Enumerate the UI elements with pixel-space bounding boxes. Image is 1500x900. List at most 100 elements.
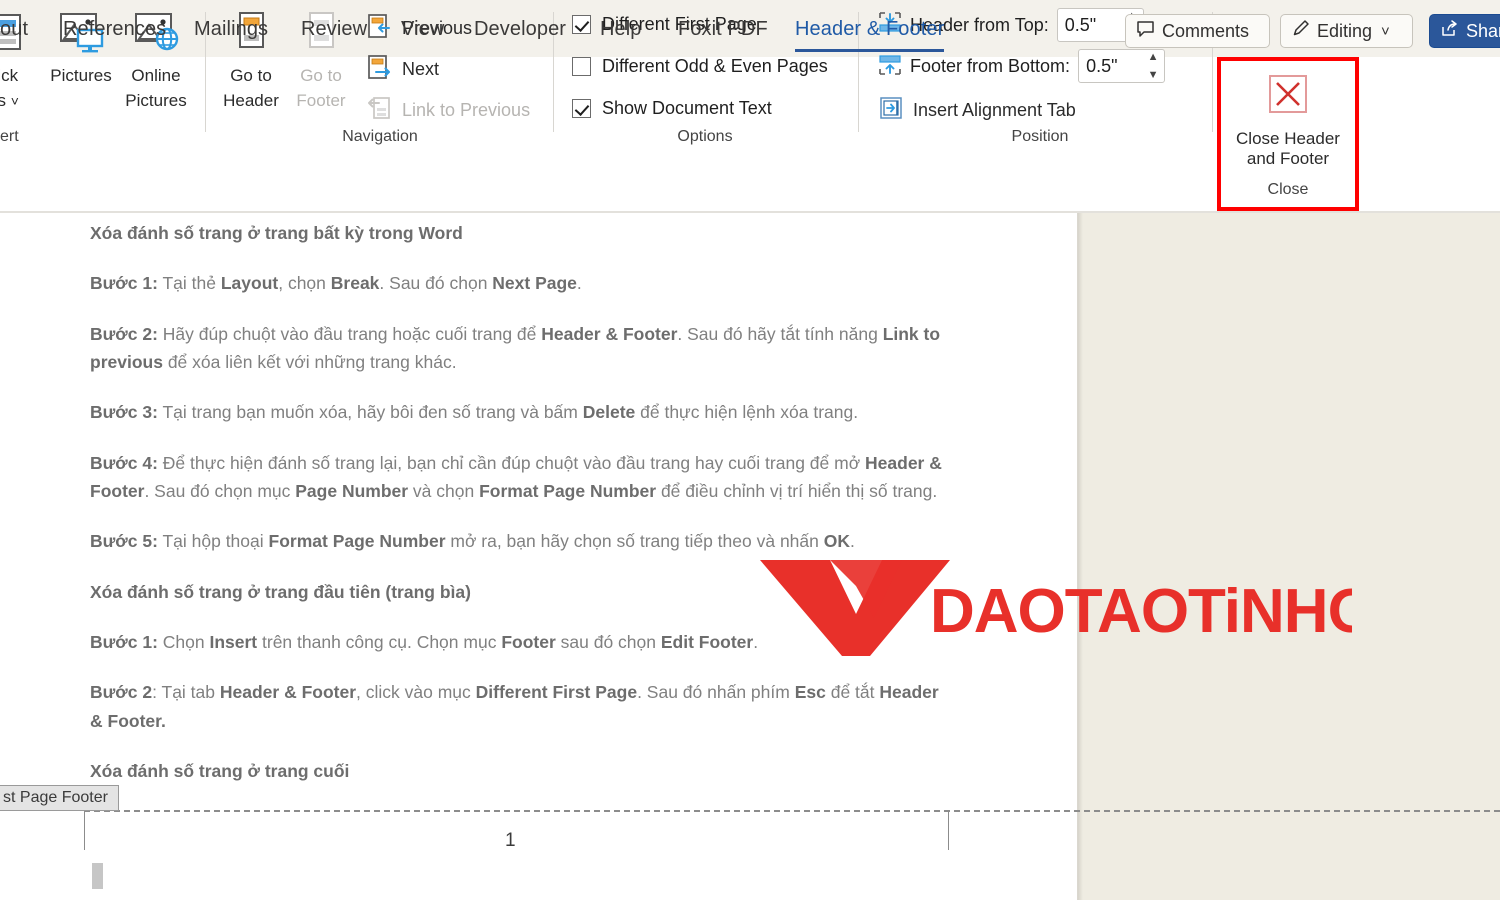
different-odd-even-option[interactable]: Different Odd & Even Pages (572, 56, 828, 77)
text-run: Để thực hiện đánh số trang lại, bạn chỉ … (158, 453, 865, 473)
go-to-header-icon (228, 41, 274, 60)
page-edge-shadow (1078, 213, 1083, 900)
footer-boundary-dashed-line (84, 810, 1500, 812)
editing-label: Editing (1317, 21, 1372, 42)
different-first-page-checkbox[interactable] (572, 15, 591, 34)
text-run: Bước 4: (90, 453, 158, 473)
text-run: Bước 2: (90, 324, 158, 344)
group-label-insert: ert (0, 128, 40, 146)
close-header-footer-label-line1: Close Header (1236, 129, 1340, 148)
text-run: Bước 2 (90, 682, 152, 702)
spinner-down-icon[interactable]: ▼ (1148, 70, 1159, 81)
text-run: Page Number (295, 481, 408, 501)
footer-from-bottom-spinner[interactable]: 0.5" ▲ ▼ (1078, 49, 1165, 83)
chevron-down-icon[interactable]: ˅ (11, 93, 19, 109)
text-run: để điều chỉnh vị trí hiển thị số trang. (656, 481, 937, 501)
text-run: Delete (583, 402, 636, 422)
next-icon (367, 54, 393, 85)
insert-alignment-tab-label: Insert Alignment Tab (913, 100, 1076, 121)
comments-button[interactable]: Comments (1125, 14, 1270, 48)
text-run: Break (331, 273, 380, 293)
ribbon-tab-view[interactable]: View (401, 18, 444, 41)
first-page-footer-tag: st Page Footer (0, 785, 119, 811)
ribbon-tab-header-footer[interactable]: Header & Footer (795, 18, 944, 41)
ribbon-tab-out[interactable]: out (0, 18, 28, 41)
group-label-close: Close (1268, 181, 1309, 199)
different-odd-even-checkbox[interactable] (572, 57, 591, 76)
text-run: Tại thẻ (158, 273, 221, 293)
text-run: Edit Footer (661, 632, 753, 652)
header-from-top-value[interactable]: 0.5" (1065, 15, 1121, 36)
text-run: . (850, 531, 855, 551)
show-document-text-option[interactable]: Show Document Text (572, 98, 772, 119)
footer-from-bottom-icon (878, 52, 902, 81)
ribbon-tab-review[interactable]: Review (301, 18, 367, 41)
link-to-previous-icon (367, 95, 393, 126)
go-to-footer-label-line1: Go to (278, 66, 364, 85)
text-run: : Tại tab (152, 682, 220, 702)
editing-mode-button[interactable]: Editing ˅ (1280, 14, 1413, 48)
quick-parts-label-line2: rts (0, 91, 6, 110)
previous-icon (367, 13, 393, 44)
text-run: Xóa đánh số trang ở trang bất kỳ trong W… (90, 223, 463, 243)
document-page[interactable]: Xóa đánh số trang ở trang bất kỳ trong W… (0, 213, 1078, 900)
text-run: . Sau đó chọn mục (144, 481, 295, 501)
text-run: để thực hiện lệnh xóa trang. (635, 402, 858, 422)
footer-from-bottom-value[interactable]: 0.5" (1086, 56, 1142, 77)
document-paragraph: Bước 4: Để thực hiện đánh số trang lại, … (90, 449, 955, 506)
text-run: . (753, 632, 758, 652)
show-document-text-label: Show Document Text (602, 98, 772, 119)
ribbon-tab-developer[interactable]: Developer (474, 18, 566, 41)
text-run: . (577, 273, 582, 293)
group-label-options: Options (660, 128, 750, 146)
quick-parts-icon (0, 41, 27, 60)
insert-alignment-tab-button[interactable]: Insert Alignment Tab (878, 95, 1076, 126)
group-label-position: Position (995, 128, 1085, 146)
text-run: , chọn (278, 273, 331, 293)
document-area: Xóa đánh số trang ở trang bất kỳ trong W… (0, 213, 1500, 900)
text-run: Tại trang bạn muốn xóa, hãy bôi đen số t… (158, 402, 583, 422)
ribbon-tab-help[interactable]: Help (600, 18, 642, 41)
footer-from-bottom-spinner-arrows[interactable]: ▲ ▼ (1142, 50, 1164, 82)
text-run: Chọn (158, 632, 210, 652)
page-number-field[interactable]: 1 (505, 830, 516, 852)
spinner-up-icon[interactable]: ▲ (1148, 52, 1159, 63)
ribbon-tab-mailings[interactable]: Mailings (194, 18, 268, 41)
document-heading: Xóa đánh số trang ở trang cuối (90, 757, 955, 785)
text-run: Bước 5: (90, 531, 158, 551)
different-odd-even-label: Different Odd & Even Pages (602, 56, 828, 77)
text-run: Hãy đúp chuột vào đầu trang hoặc cuối tr… (158, 324, 541, 344)
online-pictures-icon (130, 41, 182, 60)
ribbon-tab-foxit-pdf[interactable]: Foxit PDF (678, 18, 768, 41)
pictures-icon (55, 41, 107, 60)
text-run: Esc (795, 682, 826, 702)
text-run: Layout (221, 273, 278, 293)
document-paragraph: Bước 1: Tại thẻ Layout, chọn Break. Sau … (90, 269, 955, 297)
document-body-text[interactable]: Xóa đánh số trang ở trang bất kỳ trong W… (90, 219, 955, 807)
next-label: Next (402, 59, 439, 80)
link-to-previous-label: Link to Previous (402, 100, 530, 121)
footer-margin-left-tick (84, 810, 85, 850)
chevron-down-icon[interactable]: ˅ (1381, 23, 1390, 40)
close-header-and-footer-button[interactable]: Close Header and Footer Close (1221, 61, 1355, 207)
text-run: Bước 3: (90, 402, 158, 422)
text-cursor (92, 863, 103, 889)
document-paragraph: Bước 2: Hãy đúp chuột vào đầu trang hoặc… (90, 320, 955, 377)
next-button[interactable]: Next (367, 54, 439, 85)
text-run: , click vào mục (356, 682, 476, 702)
ribbon-tab-references[interactable]: References (63, 18, 166, 41)
footer-from-bottom-row: Footer from Bottom: 0.5" ▲ ▼ (878, 49, 1165, 83)
text-run: Next Page (492, 273, 577, 293)
text-run: Insert (209, 632, 257, 652)
text-run: Format Page Number (479, 481, 656, 501)
text-run: và chọn (408, 481, 479, 501)
share-button[interactable]: Share (1429, 14, 1500, 48)
comments-label: Comments (1162, 21, 1249, 42)
online-pictures-label-line2: Pictures (113, 91, 199, 110)
show-document-text-checkbox[interactable] (572, 99, 591, 118)
group-label-navigation: Navigation (330, 128, 430, 146)
document-heading: Xóa đánh số trang ở trang bất kỳ trong W… (90, 219, 955, 247)
text-run: Header & Footer (541, 324, 677, 344)
text-run: để tắt (826, 682, 880, 702)
text-run: OK (824, 531, 850, 551)
